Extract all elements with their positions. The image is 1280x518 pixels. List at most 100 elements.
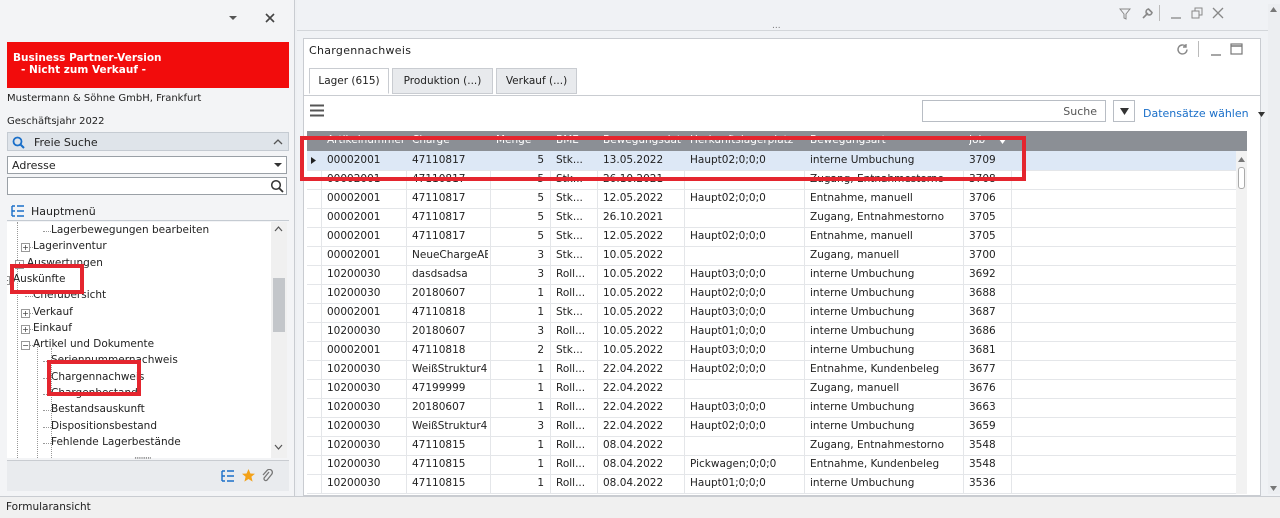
tab-lager[interactable]: Lager (615) bbox=[309, 68, 389, 94]
table-cell: 2 bbox=[537, 344, 544, 356]
tree-connector bbox=[43, 442, 51, 444]
table-cell: Haupt03;0;0;0 bbox=[690, 268, 766, 280]
table-cell: 3676 bbox=[969, 382, 996, 394]
outer-scroll-down-icon[interactable] bbox=[1270, 486, 1277, 491]
window-close-icon[interactable] bbox=[1212, 7, 1224, 19]
tree-item[interactable]: Artikel und Dokumente bbox=[33, 338, 154, 350]
table-cell: 26.10.2021 bbox=[603, 211, 664, 223]
table-row[interactable]: 10200030 47110815 1 Roll... 08.04.2022 Pickwa… bbox=[307, 455, 1247, 475]
tree-item[interactable]: Lagerinventur bbox=[33, 240, 107, 252]
hamburger-menu-icon[interactable] bbox=[310, 104, 324, 117]
banner-line-2: - Nicht zum Verkauf - bbox=[21, 64, 146, 76]
table-cell: Haupt02;0;0;0 bbox=[690, 287, 766, 299]
table-cell: 3536 bbox=[969, 477, 996, 489]
inner-minimize-icon[interactable] bbox=[1210, 44, 1222, 56]
grid-scroll-thumb[interactable] bbox=[1238, 167, 1245, 189]
tree-item[interactable]: Dispositionsbestand bbox=[51, 420, 157, 432]
records-select-link[interactable]: Datensätze wählen bbox=[1143, 107, 1266, 120]
table-cell: interne Umbuchung bbox=[810, 477, 915, 489]
tree-scroll-thumb[interactable] bbox=[273, 278, 285, 332]
paperclip-icon[interactable] bbox=[261, 469, 273, 483]
table-row[interactable]: 10200030 47110815 1 Roll... 08.04.2022 Zugang… bbox=[307, 436, 1247, 456]
table-row[interactable]: 00002001 NeueChargeABC 3 Stk... 10.05.2022 Zu… bbox=[307, 246, 1247, 266]
scroll-up-icon[interactable] bbox=[274, 226, 283, 232]
data-grid: ArtikelnummerChargeMengeBMEBewegungsdatu… bbox=[307, 131, 1247, 494]
table-row[interactable]: 00002001 47110818 1 Stk... 10.05.2022 Haupt03… bbox=[307, 303, 1247, 323]
free-search-header[interactable]: Freie Suche bbox=[7, 132, 289, 151]
table-row[interactable]: 10200030 20180607 1 Roll... 10.05.2022 Haupt0… bbox=[307, 284, 1247, 304]
tree-connector bbox=[43, 410, 51, 412]
table-row[interactable]: 102000303Roll...06.04.2022Zugang, Produk… bbox=[307, 493, 1247, 494]
table-row[interactable]: 10200030 WeißStruktur4... 3 Roll... 22.04.20… bbox=[307, 417, 1247, 437]
table-cell: 10200030 bbox=[327, 287, 381, 299]
tree-item[interactable]: Bestandsauskunft bbox=[51, 403, 145, 415]
minimize-icon[interactable] bbox=[1170, 8, 1182, 20]
table-row[interactable]: 10200030 47199999 1 Roll... 22.04.2022 Zugang… bbox=[307, 379, 1247, 399]
main-menu-header[interactable]: Hauptmenü bbox=[7, 201, 289, 221]
inner-maximize-icon[interactable] bbox=[1230, 43, 1243, 55]
tab-produktion[interactable]: Produktion (...) bbox=[392, 68, 493, 94]
tree-item[interactable]: Verkauf bbox=[33, 306, 73, 318]
grid-scroll-up-icon[interactable] bbox=[1238, 157, 1245, 162]
drag-grip[interactable]: ... bbox=[772, 21, 781, 31]
business-partner-banner: Business Partner-Version - Nicht zum Ver… bbox=[7, 42, 289, 88]
search-options-button[interactable] bbox=[1113, 100, 1135, 122]
outer-scroll-up-icon[interactable] bbox=[1270, 7, 1277, 12]
table-cell: Zugang, manuell bbox=[810, 249, 900, 261]
table-row[interactable]: 10200030 20180607 1 Roll... 22.04.2022 Haupt0… bbox=[307, 398, 1247, 418]
table-cell: 3687 bbox=[969, 306, 996, 318]
outer-scrollbar[interactable] bbox=[1268, 4, 1280, 494]
table-row[interactable]: 00002001 47110817 5 Stk... 12.05.2022 Haupt02… bbox=[307, 227, 1247, 247]
table-row[interactable]: 10200030 20180607 3 Roll... 10.05.2022 Haupt0… bbox=[307, 322, 1247, 342]
table-cell: 20180607 bbox=[412, 287, 466, 299]
table-row[interactable]: 00002001 47110818 2 Stk... 10.05.2022 Haupt03… bbox=[307, 341, 1247, 361]
tab-verkauf[interactable]: Verkauf (...) bbox=[496, 68, 577, 94]
table-cell: 12.05.2022 bbox=[603, 230, 664, 242]
table-cell: 47110815 bbox=[412, 458, 466, 470]
grid-scrollbar[interactable] bbox=[1236, 151, 1247, 494]
refresh-icon[interactable] bbox=[1176, 43, 1189, 56]
table-cell: Haupt02;0;0;0 bbox=[690, 192, 766, 204]
tree-expand-icon[interactable]: + bbox=[21, 324, 30, 334]
table-cell: 47110817 bbox=[412, 211, 466, 223]
panel-dropdown-icon[interactable] bbox=[228, 14, 238, 22]
scroll-down-icon[interactable] bbox=[274, 444, 283, 450]
table-cell: 1 bbox=[537, 306, 544, 318]
table-row[interactable]: 00002001 47110817 5 Stk... 12.05.2022 Haupt02… bbox=[307, 189, 1247, 209]
tree-item[interactable]: Fehlende Lagerbestände bbox=[51, 436, 181, 448]
restore-icon[interactable] bbox=[1191, 7, 1203, 19]
left-panel-footer bbox=[7, 460, 289, 491]
collapse-icon[interactable] bbox=[273, 138, 283, 145]
table-cell: Roll... bbox=[556, 477, 586, 489]
tree-expand-icon[interactable]: + bbox=[21, 243, 30, 253]
tree-expand-icon[interactable]: + bbox=[21, 308, 30, 318]
table-cell: 10200030 bbox=[327, 439, 381, 451]
free-search-input[interactable] bbox=[7, 177, 287, 195]
tree-scrollbar[interactable] bbox=[271, 222, 287, 458]
tree-view-icon[interactable] bbox=[221, 470, 235, 482]
filter-icon[interactable] bbox=[1119, 8, 1131, 20]
wrench-icon[interactable] bbox=[1141, 7, 1154, 20]
table-row[interactable]: 10200030 WeißStruktur4... 1 Roll... 22.04.20… bbox=[307, 360, 1247, 380]
table-cell: 10200030 bbox=[327, 363, 381, 375]
table-cell: 00002001 bbox=[327, 344, 381, 356]
grid-search-input[interactable]: Suche bbox=[922, 100, 1106, 122]
table-cell: Entnahme, Kundenbeleg bbox=[810, 363, 940, 375]
tree-expand-icon[interactable]: − bbox=[21, 341, 30, 351]
search-field-select[interactable]: Adresse bbox=[7, 156, 287, 174]
table-row[interactable]: 00002001 47110817 5 Stk... 26.10.2021 Zugang,… bbox=[307, 208, 1247, 228]
highlight-first-row bbox=[300, 136, 1026, 181]
table-cell: 20180607 bbox=[412, 325, 466, 337]
table-cell: Zugang, Entnahmestorno bbox=[810, 211, 945, 223]
table-cell: Roll... bbox=[556, 401, 586, 413]
tree-item[interactable]: Lagerbewegungen bearbeiten bbox=[51, 224, 209, 236]
close-icon[interactable] bbox=[264, 12, 276, 24]
star-icon[interactable] bbox=[241, 468, 256, 483]
window-title: Chargennachweis bbox=[309, 44, 411, 57]
table-row[interactable]: 10200030 dasdsadsa 3 Roll... 10.05.2022 Haupt… bbox=[307, 265, 1247, 285]
table-cell: Stk... bbox=[556, 249, 583, 261]
table-cell: 10.05.2022 bbox=[603, 344, 664, 356]
search-button-icon[interactable] bbox=[270, 179, 284, 193]
table-row[interactable]: 10200030 47110815 1 Roll... 08.04.2022 Haupt0… bbox=[307, 474, 1247, 494]
tree-item[interactable]: Einkauf bbox=[33, 322, 72, 334]
